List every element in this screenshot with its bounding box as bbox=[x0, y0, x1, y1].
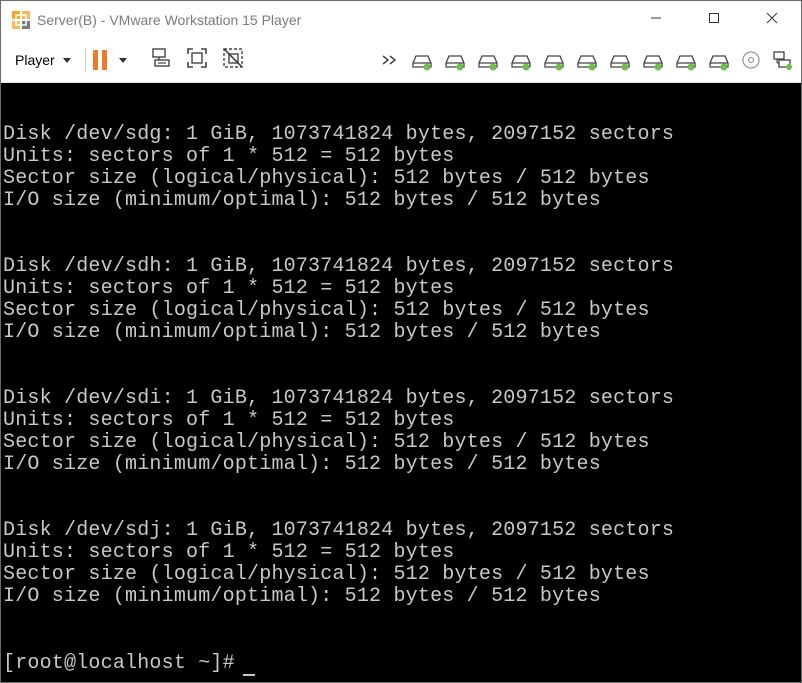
vmware-player-window: Server(B) - VMware Workstation 15 Player… bbox=[0, 0, 802, 683]
hard-disk-icon bbox=[641, 55, 665, 75]
hard-disk-icon bbox=[410, 55, 434, 75]
hard-disk-icon bbox=[509, 55, 533, 75]
minimize-button[interactable] bbox=[627, 1, 685, 39]
title-bar: Server(B) - VMware Workstation 15 Player bbox=[1, 1, 801, 39]
console-line: Units: sectors of 1 * 512 = 512 bytes bbox=[3, 277, 455, 300]
close-button[interactable] bbox=[743, 1, 801, 39]
console-line: I/O size (minimum/optimal): 512 bytes / … bbox=[3, 453, 601, 476]
more-devices-icon bbox=[379, 55, 403, 75]
cd-dvd-icon bbox=[740, 51, 764, 75]
send-ctrl-alt-del-button[interactable] bbox=[148, 47, 174, 73]
console-line: Units: sectors of 1 * 512 = 512 bytes bbox=[3, 409, 455, 432]
shell-prompt: [root@localhost ~]# bbox=[3, 652, 235, 675]
hard-disk-button[interactable] bbox=[674, 49, 698, 71]
maximize-icon bbox=[708, 11, 720, 29]
minimize-icon bbox=[650, 11, 662, 29]
maximize-button[interactable] bbox=[685, 1, 743, 39]
toolbar: Player bbox=[1, 39, 801, 83]
console-line: Disk /dev/sdi: 1 GiB, 1073741824 bytes, … bbox=[3, 387, 675, 410]
hard-disk-icon bbox=[674, 55, 698, 75]
send-ctrl-alt-del-icon bbox=[149, 46, 173, 75]
chevron-down-icon[interactable] bbox=[119, 57, 127, 63]
hard-disk-icon bbox=[476, 55, 500, 75]
chevron-down-icon bbox=[62, 57, 71, 63]
hard-disk-icon bbox=[542, 55, 566, 75]
console-line: Disk /dev/sdg: 1 GiB, 1073741824 bytes, … bbox=[3, 123, 675, 146]
more-devices-button[interactable] bbox=[379, 49, 403, 71]
console-line: I/O size (minimum/optimal): 512 bytes / … bbox=[3, 585, 601, 608]
hard-disk-icon bbox=[707, 55, 731, 75]
console-line: I/O size (minimum/optimal): 512 bytes / … bbox=[3, 321, 601, 344]
network-adapter-button[interactable] bbox=[771, 49, 795, 71]
console-line: Disk /dev/sdh: 1 GiB, 1073741824 bytes, … bbox=[3, 255, 675, 278]
hard-disk-button[interactable] bbox=[410, 49, 434, 71]
unity-icon bbox=[221, 46, 245, 75]
console-line: Units: sectors of 1 * 512 = 512 bytes bbox=[3, 541, 455, 564]
hard-disk-button[interactable] bbox=[608, 49, 632, 71]
hard-disk-button[interactable] bbox=[476, 49, 500, 71]
pause-button[interactable] bbox=[93, 47, 127, 73]
player-menu-label: Player bbox=[15, 52, 55, 68]
fit-guest-button[interactable] bbox=[184, 47, 210, 73]
console-line: Sector size (logical/physical): 512 byte… bbox=[3, 431, 650, 454]
player-menu-button[interactable]: Player bbox=[7, 48, 75, 72]
unity-button[interactable] bbox=[220, 47, 246, 73]
hard-disk-icon bbox=[608, 55, 632, 75]
console-line: Sector size (logical/physical): 512 byte… bbox=[3, 167, 650, 190]
toolbar-divider bbox=[85, 48, 86, 72]
fit-guest-icon bbox=[185, 46, 209, 75]
vmware-logo-icon bbox=[11, 10, 31, 30]
hard-disk-button[interactable] bbox=[575, 49, 599, 71]
text-cursor bbox=[243, 674, 255, 676]
hard-disk-icon bbox=[575, 55, 599, 75]
console-line: I/O size (minimum/optimal): 512 bytes / … bbox=[3, 189, 601, 212]
guest-console[interactable]: Disk /dev/sdg: 1 GiB, 1073741824 bytes, … bbox=[1, 83, 801, 682]
hard-disk-button[interactable] bbox=[443, 49, 467, 71]
console-line: Sector size (logical/physical): 512 byte… bbox=[3, 563, 650, 586]
hard-disk-button[interactable] bbox=[509, 49, 533, 71]
console-line: Sector size (logical/physical): 512 byte… bbox=[3, 299, 650, 322]
cd-dvd-button[interactable] bbox=[740, 49, 764, 71]
hard-disk-button[interactable] bbox=[707, 49, 731, 71]
hard-disk-button[interactable] bbox=[641, 49, 665, 71]
network-adapter-icon bbox=[771, 51, 795, 75]
pause-icon bbox=[93, 50, 111, 70]
console-line: Disk /dev/sdj: 1 GiB, 1073741824 bytes, … bbox=[3, 519, 675, 542]
window-title: Server(B) - VMware Workstation 15 Player bbox=[37, 12, 302, 28]
hard-disk-icon bbox=[443, 55, 467, 75]
console-line: Units: sectors of 1 * 512 = 512 bytes bbox=[3, 145, 455, 168]
hard-disk-button[interactable] bbox=[542, 49, 566, 71]
close-icon bbox=[766, 11, 778, 29]
